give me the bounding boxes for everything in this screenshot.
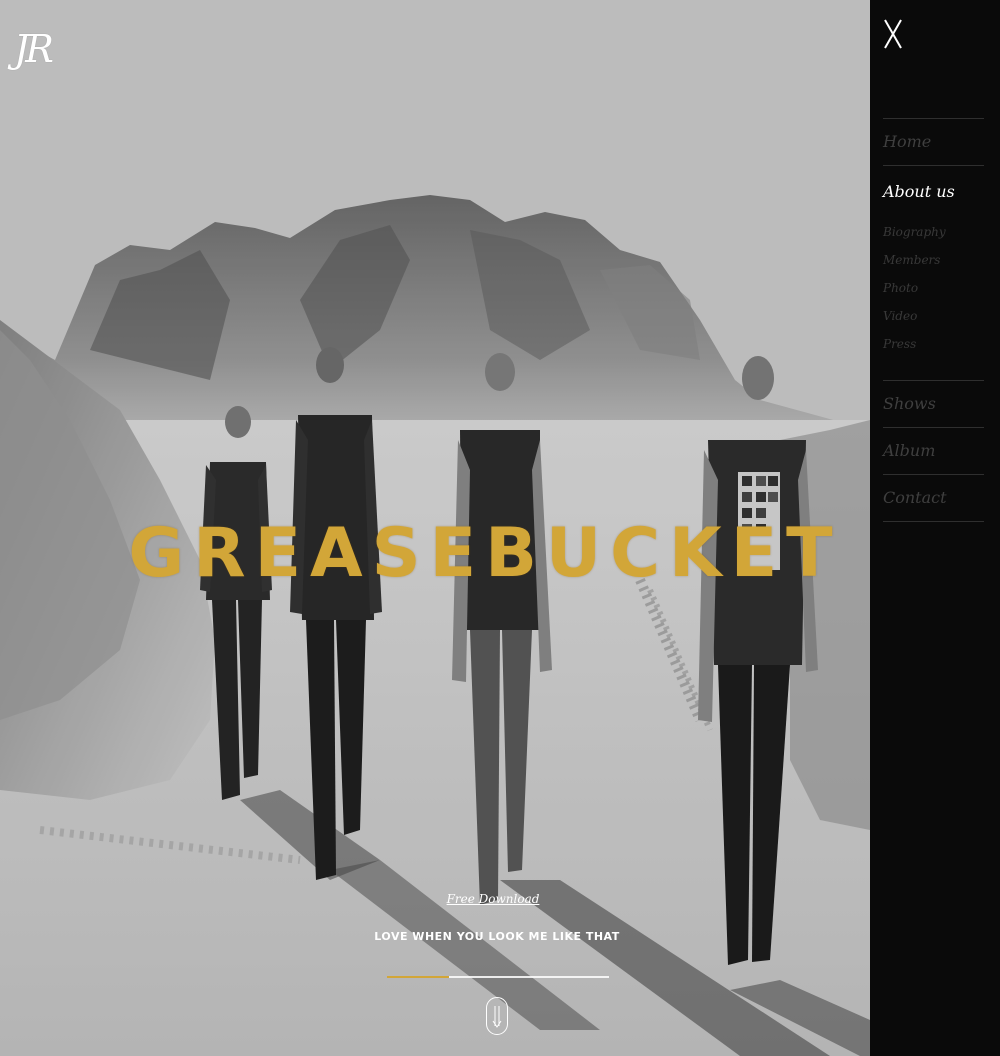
band-name-title: GREASEBUCKET	[128, 514, 842, 593]
close-menu-button[interactable]	[882, 16, 904, 52]
audio-progress-bar[interactable]	[387, 976, 609, 978]
song-title: LOVE WHEN YOU LOOK ME LIKE THAT	[374, 930, 620, 943]
submenu-item-members[interactable]: Members	[883, 246, 984, 274]
menu-item-contact[interactable]: Contact	[883, 475, 984, 521]
submenu-item-biography[interactable]: Biography	[883, 218, 984, 246]
scroll-down-button[interactable]	[486, 997, 508, 1035]
side-navigation: Home About us Biography Members Photo Vi…	[870, 0, 1000, 1056]
hero-section: JR GREASEBUCKET Free Download LOVE WHEN …	[0, 0, 870, 1056]
submenu-item-press[interactable]: Press	[883, 330, 984, 358]
close-icon	[884, 19, 902, 49]
main-menu: Home About us Biography Members Photo Vi…	[883, 118, 984, 522]
submenu-item-photo[interactable]: Photo	[883, 274, 984, 302]
menu-item-about-us[interactable]: About us	[883, 166, 984, 216]
submenu-item-video[interactable]: Video	[883, 302, 984, 330]
page: JR GREASEBUCKET Free Download LOVE WHEN …	[0, 0, 1000, 1056]
menu-item-album[interactable]: Album	[883, 428, 984, 474]
free-download-link[interactable]: Free Download	[0, 892, 870, 906]
menu-item-home[interactable]: Home	[883, 119, 984, 165]
menu-divider	[883, 521, 984, 522]
audio-progress-fill	[387, 976, 450, 978]
site-logo[interactable]: JR	[14, 26, 54, 72]
menu-item-shows[interactable]: Shows	[883, 381, 984, 427]
scroll-down-arrow-icon	[492, 1006, 502, 1028]
about-submenu: Biography Members Photo Video Press	[883, 216, 984, 380]
